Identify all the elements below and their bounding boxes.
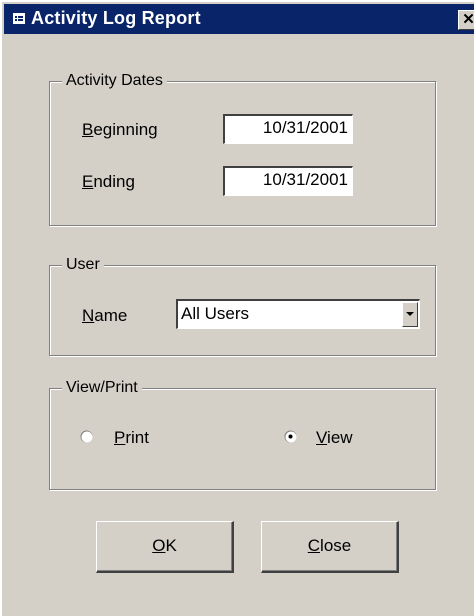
view-radio[interactable] bbox=[284, 430, 297, 443]
print-label[interactable]: Print bbox=[114, 428, 149, 448]
window-title: Activity Log Report bbox=[31, 8, 201, 28]
view-print-legend: View/Print bbox=[62, 378, 142, 398]
name-label: Name bbox=[82, 306, 128, 325]
ending-label: Ending bbox=[82, 172, 135, 191]
beginning-label: Beginning bbox=[82, 120, 158, 139]
chevron-down-icon bbox=[406, 312, 414, 316]
dropdown-button[interactable] bbox=[402, 302, 418, 327]
form-icon bbox=[13, 13, 25, 24]
activity-dates-legend: Activity Dates bbox=[62, 71, 167, 91]
activity-dates-group: Activity Dates bbox=[49, 71, 436, 226]
user-name-value: All Users bbox=[181, 304, 250, 323]
user-name-combobox[interactable]: All Users bbox=[176, 299, 420, 329]
ok-button[interactable]: OK bbox=[96, 521, 234, 573]
view-print-group: View/Print bbox=[49, 378, 436, 490]
close-window-icon[interactable]: ✕ bbox=[458, 10, 474, 30]
beginning-date-field[interactable]: 10/31/2001 bbox=[223, 114, 353, 144]
view-label[interactable]: View bbox=[316, 428, 353, 448]
user-legend: User bbox=[62, 255, 104, 275]
print-radio[interactable] bbox=[80, 430, 93, 443]
close-button[interactable]: Close bbox=[261, 521, 399, 573]
ending-date-field[interactable]: 10/31/2001 bbox=[223, 166, 353, 196]
title-bar[interactable]: Activity Log Report ✕ bbox=[4, 4, 474, 34]
dialog-window: Activity Log Report ✕ Activity Dates Beg… bbox=[0, 0, 474, 616]
